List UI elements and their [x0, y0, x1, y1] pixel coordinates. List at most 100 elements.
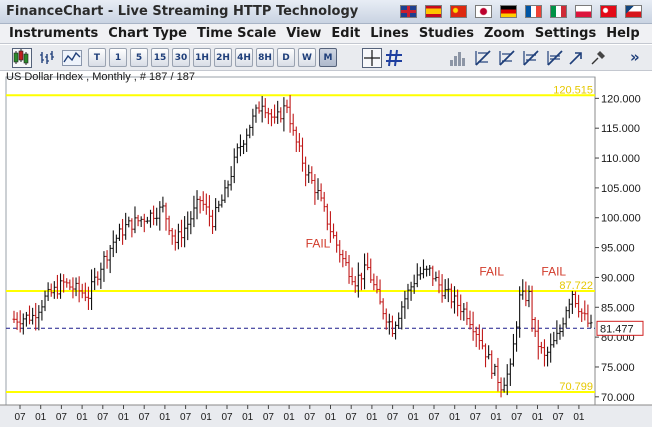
x-tick-label: 01 [118, 412, 130, 423]
poland-flag-icon[interactable] [575, 5, 592, 18]
x-tick-label: 07 [428, 412, 440, 423]
plot-area [5, 76, 596, 406]
turkey-flag-icon[interactable] [600, 5, 617, 18]
x-tick-label: 01 [366, 412, 378, 423]
menu-view[interactable]: View [281, 26, 326, 41]
x-tick-label: 01 [159, 412, 171, 423]
x-tick-label: 01 [491, 412, 503, 423]
volume-icon[interactable] [447, 48, 467, 68]
x-tick-label: 07 [304, 412, 316, 423]
timeframe-t-button[interactable]: T [88, 48, 106, 67]
y-tick-label: 90.000 [601, 272, 635, 284]
crosshair-icon[interactable] [362, 48, 382, 68]
title-bar: FinanceChart - Live Streaming HTTP Techn… [0, 0, 652, 24]
x-tick-label: 01 [325, 412, 337, 423]
bar-chart-icon[interactable] [37, 48, 57, 68]
menu-zoom[interactable]: Zoom [479, 26, 530, 41]
candlestick-chart-icon[interactable] [12, 48, 32, 68]
arrow-tool-icon[interactable] [566, 48, 586, 68]
y-tick-label: 120.000 [601, 93, 641, 105]
menu-edit[interactable]: Edit [326, 26, 365, 41]
x-tick-label: 07 [14, 412, 26, 423]
menu-time-scale[interactable]: Time Scale [192, 26, 281, 41]
fail-annotation[interactable]: FAIL [541, 265, 566, 279]
timeframe-15-button[interactable]: 15 [151, 48, 169, 67]
x-tick-label: 01 [449, 412, 461, 423]
x-tick-label: 01 [573, 412, 585, 423]
timeframe-1-button[interactable]: 1 [109, 48, 127, 67]
x-tick-label: 01 [408, 412, 420, 423]
horizontal-line-label: 87.722 [559, 280, 593, 292]
timeframe-8h-button[interactable]: 8H [256, 48, 274, 67]
fail-annotation[interactable]: FAIL [306, 237, 331, 251]
timeframe-m-button[interactable]: M [319, 48, 337, 67]
menu-help[interactable]: Help [601, 26, 644, 41]
grid-icon[interactable] [384, 48, 404, 68]
menu-bar: Instruments Chart Type Time Scale View Edit L… [0, 24, 652, 44]
y-tick-label: 100.000 [601, 213, 641, 225]
x-tick-label: 07 [180, 412, 192, 423]
line-chart-icon[interactable] [62, 48, 82, 68]
app-title: FinanceChart - Live Streaming HTTP Techn… [6, 4, 359, 19]
y-tick-label: 115.000 [601, 123, 640, 135]
more-tools-button[interactable]: » [630, 48, 640, 66]
horizontal-line-label: 70.799 [559, 381, 593, 393]
y-tick-label: 85.000 [601, 302, 635, 314]
timeframe-w-button[interactable]: W [298, 48, 316, 67]
menu-settings[interactable]: Settings [530, 26, 601, 41]
x-tick-label: 01 [77, 412, 89, 423]
x-tick-label: 01 [532, 412, 544, 423]
y-tick-label: 70.000 [601, 392, 635, 404]
france-flag-icon[interactable] [525, 5, 542, 18]
timeframe-30-button[interactable]: 30 [172, 48, 190, 67]
spain-flag-icon[interactable] [425, 5, 442, 18]
x-tick-label: 07 [97, 412, 109, 423]
timeframe-2h-button[interactable]: 2H [214, 48, 232, 67]
japan-flag-icon[interactable] [475, 5, 492, 18]
timeframe-d-button[interactable]: D [277, 48, 295, 67]
x-tick-label: 07 [346, 412, 358, 423]
y-tick-label: 75.000 [601, 362, 635, 374]
x-tick-label: 07 [511, 412, 523, 423]
x-tick-label: 01 [35, 412, 47, 423]
timeframe-1h-button[interactable]: 1H [193, 48, 211, 67]
czech-flag-icon[interactable] [625, 5, 642, 18]
fail-annotation[interactable]: FAIL [479, 265, 504, 279]
chart-symbol-label: US Dollar Index , Monthly , # 187 / 187 [6, 71, 195, 83]
toolbar: T 1 5 15 30 1H 2H 4H 8H D W M» [0, 45, 652, 71]
timeframe-4h-button[interactable]: 4H [235, 48, 253, 67]
germany-flag-icon[interactable] [500, 5, 517, 18]
x-tick-label: 07 [56, 412, 68, 423]
menu-studies[interactable]: Studies [414, 26, 479, 41]
x-tick-label: 07 [470, 412, 482, 423]
uk-flag-icon[interactable] [400, 5, 417, 18]
channel-tool-icon[interactable] [497, 48, 517, 68]
language-flags [400, 5, 642, 18]
x-tick-label: 01 [284, 412, 296, 423]
y-tick-label: 95.000 [601, 243, 635, 255]
fibonacci-tool-icon[interactable] [521, 48, 541, 68]
x-tick-label: 01 [242, 412, 254, 423]
chart-panel[interactable]: 120.000 115.000 110.000 105.000 100.000 95.00… [0, 71, 652, 427]
x-tick-label: 07 [387, 412, 399, 423]
pin-tool-icon[interactable] [588, 48, 608, 68]
menu-instruments[interactable]: Instruments [4, 26, 103, 41]
timeframe-5-button[interactable]: 5 [130, 48, 148, 67]
x-tick-label: 07 [221, 412, 233, 423]
x-tick-label: 07 [139, 412, 151, 423]
italy-flag-icon[interactable] [550, 5, 567, 18]
finance-chart-window: FinanceChart - Live Streaming HTTP Techn… [0, 0, 652, 427]
trendline-tool-icon[interactable] [473, 48, 493, 68]
x-tick-label: 01 [201, 412, 213, 423]
china-flag-icon[interactable] [450, 5, 467, 18]
gann-tool-icon[interactable] [545, 48, 565, 68]
x-tick-label: 07 [263, 412, 275, 423]
menu-lines[interactable]: Lines [365, 26, 414, 41]
y-tick-label: 110.000 [601, 153, 640, 165]
horizontal-line-label: 120.515 [553, 84, 593, 96]
last-price-label: 81.477 [600, 323, 634, 335]
y-tick-label: 105.000 [601, 183, 641, 195]
price-chart[interactable]: 120.000 115.000 110.000 105.000 100.000 95.00… [0, 71, 652, 427]
menu-chart-type[interactable]: Chart Type [103, 26, 192, 41]
x-tick-label: 07 [553, 412, 565, 423]
